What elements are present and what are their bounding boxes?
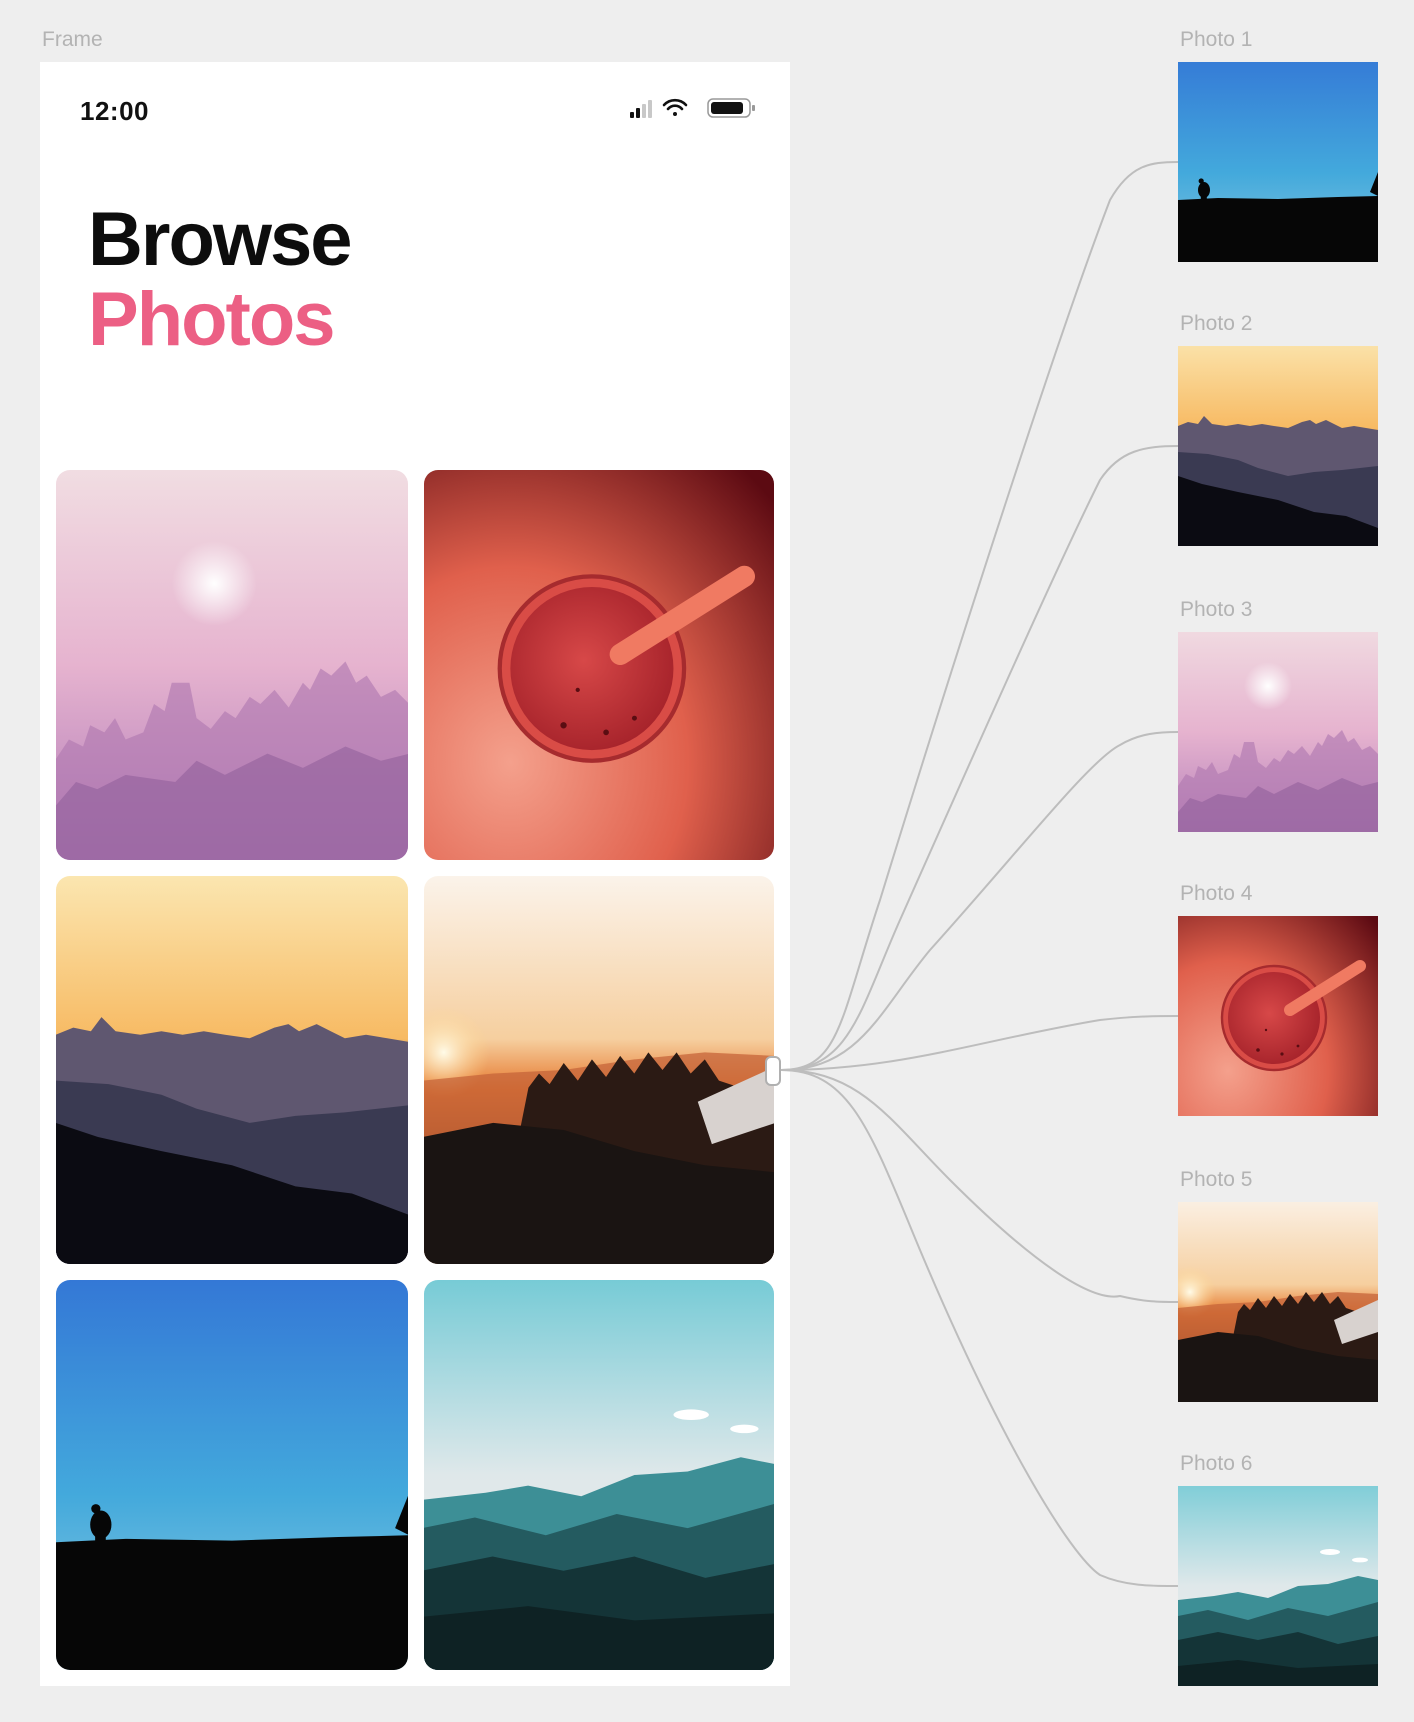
photo-tile-6[interactable] (424, 1280, 774, 1670)
status-time: 12:00 (80, 96, 149, 126)
photo-forest-sunrise (424, 876, 774, 1264)
photo-sunset-mountains (56, 876, 408, 1264)
thumb-hiker-blue-sky (1178, 62, 1378, 262)
component-photo-2[interactable] (1178, 346, 1378, 546)
component-label-1[interactable]: Photo 1 (1180, 28, 1252, 52)
component-label-2[interactable]: Photo 2 (1180, 312, 1252, 336)
component-photo-3[interactable] (1178, 632, 1378, 832)
thumb-red-drink (1178, 916, 1378, 1116)
component-label-3[interactable]: Photo 3 (1180, 598, 1252, 622)
battery-icon (707, 98, 755, 118)
component-label-4[interactable]: Photo 4 (1180, 882, 1252, 906)
photo-tile-5[interactable] (56, 1280, 408, 1670)
wifi-icon (662, 98, 688, 116)
signal-icon (630, 100, 652, 118)
component-photo-5[interactable] (1178, 1202, 1378, 1402)
title-line-photos: Photos (88, 277, 336, 362)
component-label-5[interactable]: Photo 5 (1180, 1168, 1252, 1192)
page-title: Browse Photos (88, 197, 353, 362)
thumb-forest-sunrise (1178, 1202, 1378, 1402)
status-icons (630, 96, 760, 120)
connection-handle[interactable] (765, 1056, 781, 1086)
photo-teal-hills (424, 1280, 774, 1670)
thumb-teal-hills (1178, 1486, 1378, 1686)
photo-hiker-blue-sky (56, 1280, 408, 1670)
phone-frame[interactable]: 12:00 Browse Photos (40, 62, 790, 1686)
frame-label[interactable]: Frame (42, 28, 103, 52)
photo-tile-2[interactable] (424, 470, 774, 860)
photo-tile-4[interactable] (424, 876, 774, 1264)
photo-tile-1[interactable] (56, 470, 408, 860)
photo-red-drink (424, 470, 774, 860)
component-photo-4[interactable] (1178, 916, 1378, 1116)
photo-hazy-city (56, 470, 408, 860)
title-line-browse: Browse (88, 197, 353, 282)
thumb-hazy-city (1178, 632, 1378, 832)
photo-tile-3[interactable] (56, 876, 408, 1264)
component-photo-1[interactable] (1178, 62, 1378, 262)
component-label-6[interactable]: Photo 6 (1180, 1452, 1252, 1476)
component-photo-6[interactable] (1178, 1486, 1378, 1686)
thumb-sunset-mountains (1178, 346, 1378, 546)
